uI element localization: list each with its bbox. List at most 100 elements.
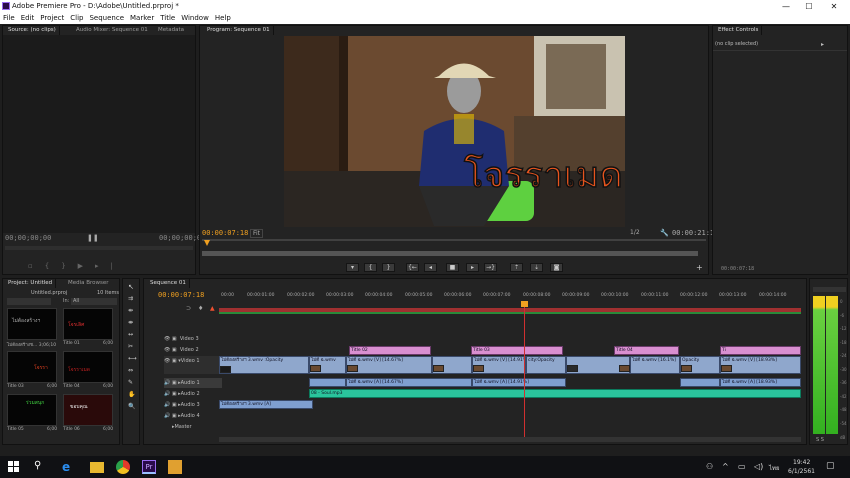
start-windows-icon[interactable] <box>8 461 20 473</box>
clock-time[interactable]: 19:42 <box>793 459 810 466</box>
tab-program[interactable]: Program: Sequence 01 <box>204 26 274 35</box>
ripple-edit-tool-icon[interactable]: ⇹ <box>128 307 133 314</box>
search-icon[interactable]: ⚲ <box>34 460 48 474</box>
go-to-out-button[interactable]: →} <box>484 263 497 272</box>
close-button[interactable]: ✕ <box>824 1 844 12</box>
bin-item-thumbnail[interactable]: โจรเลิศ <box>63 308 113 340</box>
menu-edit[interactable]: Edit <box>18 13 38 22</box>
program-current-timecode[interactable]: 00:00:07:18 <box>202 229 248 237</box>
in-filter-select[interactable]: All <box>71 298 117 305</box>
expand-arrow-icon[interactable]: ▸ <box>821 41 824 48</box>
track-header-video1[interactable]: 👁 ▣ ▾Video 1 <box>164 356 222 374</box>
mark-in-button[interactable]: { <box>364 263 377 272</box>
video-clip[interactable]: ไม่ต้องสร้างฯ 3.wmv :Opacity <box>219 356 309 374</box>
menu-sequence[interactable]: Sequence <box>86 13 127 22</box>
source-scrub-bar[interactable] <box>5 246 193 250</box>
audio-clip[interactable] <box>309 378 346 387</box>
audio-clip[interactable]: ไม่ดี ฉ.wmv [A] [14.67%] <box>346 378 472 387</box>
wrench-icon[interactable]: 🔧 <box>660 229 669 237</box>
add-marker-button[interactable]: ▾ <box>346 263 359 272</box>
track-header-audio3[interactable]: 🔊 ▣ ▸Audio 3 <box>164 400 222 410</box>
razor-tool-icon[interactable]: ✂ <box>128 343 133 350</box>
audio-clip[interactable]: ไม่ดี ฉ.wmv [A] [14.91%] <box>472 378 566 387</box>
playhead-handle[interactable] <box>521 301 528 307</box>
track-select-tool-icon[interactable]: ⇉ <box>128 295 133 302</box>
timeline-scrollbar[interactable] <box>219 437 801 442</box>
add-button-plus-icon[interactable]: + <box>696 263 703 272</box>
audio-clip[interactable] <box>680 378 720 387</box>
track-header-master[interactable]: ▸Master <box>164 422 222 432</box>
bin-item-thumbnail[interactable]: โจรรา <box>7 351 57 383</box>
pen-tool-icon[interactable]: ✎ <box>128 379 133 386</box>
track-header-audio4[interactable]: 🔊 ▣ ▸Audio 4 <box>164 411 222 421</box>
bin-item-thumbnail[interactable]: ไม่ต้องสร้างฯ <box>7 308 57 340</box>
edge-browser-icon[interactable]: e <box>62 460 76 474</box>
title-clip[interactable]: Title 03 <box>471 346 563 355</box>
audio-clip[interactable]: ไม่ต้องสร้างฯ 3.wmv [A] <box>219 400 313 409</box>
extract-button[interactable]: ⇣ <box>530 263 543 272</box>
premiere-taskbar-icon[interactable]: Pr <box>142 460 156 474</box>
stop-button[interactable]: ■ <box>446 263 459 272</box>
media-player-icon[interactable] <box>168 460 182 474</box>
language-indicator[interactable]: ไทย <box>769 463 780 473</box>
playhead-marker[interactable] <box>204 240 210 246</box>
video-clip[interactable]: city:Opacity <box>526 356 566 374</box>
zoom-fit-select[interactable]: Fit <box>250 229 264 238</box>
video-clip[interactable]: ไม่ดี ฉ.wmv [V] [18.93%] <box>720 356 801 374</box>
tab-metadata[interactable]: Metadata <box>155 26 187 35</box>
tab-audio-mixer[interactable]: Audio Mixer: Sequence 01 <box>73 26 151 35</box>
track-header-audio1[interactable]: 🔊 ▣ ▸Audio 1 <box>164 378 222 388</box>
tab-media-browser[interactable]: Media Browser <box>65 279 112 288</box>
lift-button[interactable]: ⇡ <box>510 263 523 272</box>
clock-date[interactable]: 6/1/2561 <box>788 468 815 475</box>
source-transport-controls[interactable]: ▫{}▶▸| <box>28 262 125 270</box>
track-header-video2[interactable]: 👁 ▣ Video 2 <box>164 345 222 355</box>
zoom-tool-icon[interactable]: 🔍 <box>128 403 135 410</box>
maximize-button[interactable]: ☐ <box>799 1 819 12</box>
bin-item-thumbnail[interactable]: ขอบคุณ <box>63 394 113 426</box>
add-marker-icon[interactable]: ♦ <box>198 305 203 312</box>
menu-window[interactable]: Window <box>178 13 212 22</box>
track-header-audio2[interactable]: 🔊 ▣ ▸Audio 2 <box>164 389 222 399</box>
resolution-select[interactable]: 1/2 <box>630 229 640 236</box>
rate-stretch-tool-icon[interactable]: ↔ <box>128 331 133 338</box>
menu-project[interactable]: Project <box>37 13 67 22</box>
audio-clip[interactable]: ไม่ดี ฉ.wmv [A] [18.93%] <box>720 378 801 387</box>
tab-project[interactable]: Project: Untitled <box>5 279 57 288</box>
minimize-button[interactable]: — <box>776 1 796 12</box>
program-scrub-bar[interactable] <box>202 239 706 241</box>
playhead-line[interactable] <box>524 301 525 439</box>
program-zoom-bar[interactable] <box>202 251 698 256</box>
title-clip[interactable]: Title 04 <box>614 346 679 355</box>
video-clip[interactable]: ไม่ดี ฉ.wmv [V] [14.67%] <box>346 356 432 374</box>
title-clip[interactable]: Title 02 <box>349 346 431 355</box>
hand-tool-icon[interactable]: ✋ <box>128 391 135 398</box>
menu-file[interactable]: File <box>0 13 18 22</box>
bin-item-thumbnail[interactable]: ร่วมสนุก <box>7 394 57 426</box>
time-ruler[interactable]: 00:00 00:00:01:00 00:00:02:00 00:00:03:0… <box>219 293 799 302</box>
rolling-edit-tool-icon[interactable]: ⇼ <box>128 319 133 326</box>
tab-sequence[interactable]: Sequence 01 <box>147 279 190 288</box>
audio-clip-music[interactable]: 08 - Soul.mp3 <box>309 389 801 398</box>
track-header-video3[interactable]: 👁 ▣ Video 3 <box>164 334 222 344</box>
menu-help[interactable]: Help <box>212 13 234 22</box>
file-explorer-icon[interactable] <box>90 462 104 473</box>
step-back-button[interactable]: ◂ <box>424 263 437 272</box>
tab-source[interactable]: Source: (no clips) <box>5 26 60 35</box>
solo-buttons[interactable]: S S <box>816 437 824 443</box>
people-icon[interactable]: ⚇ <box>706 462 713 471</box>
menu-marker[interactable]: Marker <box>127 13 157 22</box>
network-icon[interactable]: ▭ <box>738 462 746 471</box>
title-clip[interactable]: Ti <box>720 346 801 355</box>
menu-clip[interactable]: Clip <box>67 13 86 22</box>
pause-icon[interactable]: ❚❚ <box>87 234 99 242</box>
step-forward-button[interactable]: ▸ <box>466 263 479 272</box>
menu-title[interactable]: Title <box>157 13 178 22</box>
snap-icon[interactable]: ⊃ <box>186 305 191 312</box>
chevron-up-icon[interactable]: ^ <box>722 462 729 471</box>
mark-out-button[interactable]: } <box>382 263 395 272</box>
tab-effect-controls[interactable]: Effect Controls <box>715 26 763 35</box>
slip-tool-icon[interactable]: ⟷ <box>128 355 137 362</box>
selection-tool-icon[interactable]: ↖ <box>128 283 134 291</box>
chrome-browser-icon[interactable] <box>116 460 130 474</box>
